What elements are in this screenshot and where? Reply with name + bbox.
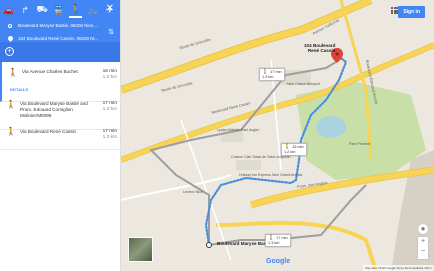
compass-icon[interactable]: ◉	[418, 224, 428, 234]
route-via: Via Avenue Charles Buchet	[22, 69, 78, 74]
route-time: 16 min	[102, 69, 117, 74]
close-icon[interactable]: ✕	[106, 3, 114, 14]
map-svg	[119, 0, 434, 271]
google-logo: Google	[266, 258, 291, 265]
walking-icon[interactable]: 🚶	[69, 2, 83, 18]
place-label: Holiday Inn Express Nice Grand Arénas	[239, 173, 303, 177]
map-canvas[interactable]: Sign in 104 Boulevard René Cassin Boulev…	[119, 0, 434, 271]
travel-mode-bar: 🚗 ↱ ⛟ 🚆 🚶 🚲 ✈	[0, 0, 120, 20]
map-footer: Map data ©2016 Google Terms Send feedbac…	[363, 265, 434, 271]
place-label: Cuisine Clair Sassi de Saint-Augustin	[231, 155, 291, 159]
add-icon[interactable]: +	[5, 47, 14, 56]
app-root: 🚗 ↱ ⛟ 🚆 🚶 🚲 ✈ ✕ Boulevard Maryse Bastié,…	[0, 0, 434, 271]
place-label: Lycée Hôtelier Paul Augier	[217, 128, 260, 132]
apps-grid-icon[interactable]	[391, 7, 398, 14]
directions-panel: 🚗 ↱ ⛟ 🚆 🚶 🚲 ✈ ✕ Boulevard Maryse Bastié,…	[0, 0, 121, 271]
place-label: Leclerc Nice	[183, 190, 203, 194]
origin-label: Boulevard Maryse Bastié	[217, 241, 272, 246]
route-callout[interactable]: 🚶 17 min 1.3 km	[259, 68, 285, 81]
pond	[316, 116, 346, 138]
walking-icon: 🚶	[6, 100, 16, 109]
car-icon[interactable]: ⛟	[36, 2, 49, 18]
destination-label: 104 Boulevard René Cassin	[304, 43, 336, 53]
route-via: Via Boulevard Maryse Bastié and Prom. Ed…	[20, 101, 88, 118]
details-link[interactable]: DETAILS	[10, 87, 28, 92]
route-time: 17 min	[102, 101, 117, 106]
zoom-control: + −	[418, 237, 428, 259]
satellite-toggle-thumbnail[interactable]	[128, 237, 153, 262]
bicycle-icon[interactable]: 🚲	[86, 2, 99, 18]
place-label: Parc Phoenix	[349, 142, 371, 146]
route-time: 17 min	[102, 129, 117, 134]
route-option[interactable]: 🚶 Via Boulevard René Cassin 17 min 1.3 k…	[0, 124, 121, 150]
origin-input[interactable]: Boulevard Maryse Bastié, 06200 Nice,...	[18, 20, 110, 32]
car-icon[interactable]: 🚗	[2, 2, 15, 18]
add-destination-row[interactable]: +	[0, 42, 120, 62]
directions-icon[interactable]: ↱	[19, 2, 32, 18]
sign-in-button[interactable]: Sign in	[398, 6, 425, 18]
walking-icon: 🚶	[8, 68, 18, 77]
zoom-in-button[interactable]: +	[418, 237, 428, 247]
swap-icon[interactable]: ⇅	[108, 28, 114, 36]
destination-marker-icon	[6, 34, 15, 43]
zoom-out-button[interactable]: −	[418, 247, 428, 257]
route-distance: 1.3 km	[102, 107, 117, 112]
route-distance: 1.3 km	[102, 135, 117, 140]
route-distance: 1.2 km	[102, 75, 117, 80]
route-via: Via Boulevard René Cassin	[20, 129, 77, 134]
origin-marker	[206, 242, 212, 248]
route-callout[interactable]: 🚶 17 min 1.3 km	[265, 234, 291, 247]
walking-icon: 🚶	[6, 127, 16, 136]
place-label: Nice Chave Aéroport	[287, 82, 321, 86]
origin-marker-icon	[8, 24, 12, 28]
transit-icon[interactable]: 🚆	[53, 2, 66, 18]
